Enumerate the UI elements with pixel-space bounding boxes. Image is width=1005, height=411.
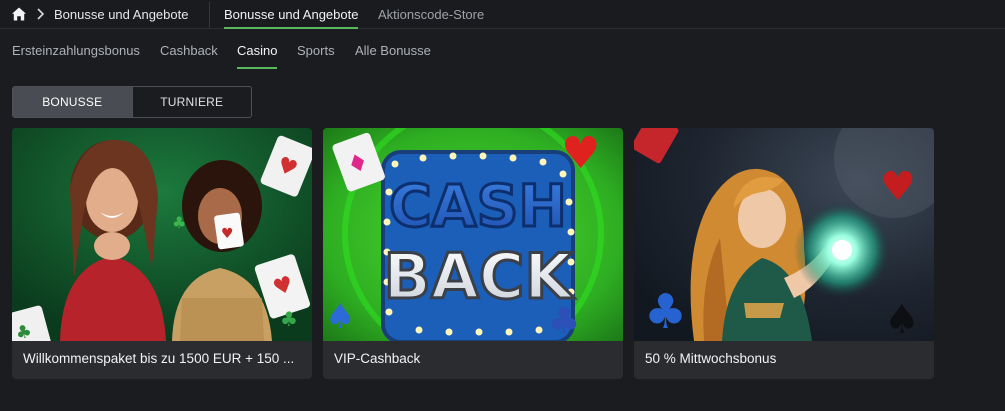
svg-text:♠: ♠ (884, 297, 920, 341)
toggle-bonusse-button[interactable]: BONUSSE (13, 87, 132, 117)
active-subtab-indicator (237, 67, 277, 69)
tab-aktionscode-store[interactable]: Aktionscode-Store (378, 7, 484, 22)
back-text: BACK (384, 240, 575, 313)
toggle-turniere-button[interactable]: TURNIERE (131, 87, 252, 117)
top-bar: Bonusse und Angebote Bonusse und Angebot… (0, 0, 1005, 29)
tab-bonusse-und-angebote[interactable]: Bonusse und Angebote (224, 7, 358, 22)
subtab-casino[interactable]: Casino (237, 43, 277, 58)
chevron-right-icon (37, 8, 44, 20)
subtab-alle-bonusse[interactable]: Alle Bonusse (355, 43, 431, 58)
breadcrumb-label[interactable]: Bonusse und Angebote (54, 7, 188, 22)
casino-dealers-image: ♥ ♥ ♣ ♣ ♣ ♥ (12, 128, 312, 341)
divider (209, 2, 210, 28)
svg-text:♥: ♥ (561, 128, 600, 179)
svg-text:♥: ♥ (221, 226, 234, 242)
home-icon[interactable] (11, 6, 27, 22)
bonus-tournament-toggle: BONUSSE TURNIERE (12, 86, 252, 118)
active-tab-indicator (224, 27, 358, 29)
subtab-cashback[interactable]: Cashback (160, 43, 218, 58)
svg-text:♥: ♥ (880, 164, 916, 210)
cash-back-sign-image: CASH BACK ♦ ♥ ♣ ♠ (323, 128, 623, 341)
svg-text:♠: ♠ (325, 297, 355, 337)
subtab-ersteinzahlungsbonus[interactable]: Ersteinzahlungsbonus (12, 43, 140, 58)
svg-text:♣: ♣ (280, 307, 298, 331)
bonus-card-vip-cashback[interactable]: CASH BACK ♦ ♥ ♣ ♠ VIP-Cashback (323, 128, 623, 379)
sub-nav: Ersteinzahlungsbonus Cashback Casino Spo… (0, 30, 1005, 70)
svg-text:♣: ♣ (644, 284, 687, 340)
svg-text:♣: ♣ (548, 301, 580, 341)
card-title: 50 % Mittwochsbonus (645, 351, 777, 366)
subtab-sports[interactable]: Sports (297, 43, 335, 58)
card-title: VIP-Cashback (334, 351, 421, 366)
card-title: Willkommenspaket bis zu 1500 EUR + 150 .… (23, 351, 295, 366)
bonus-card-welcome[interactable]: ♥ ♥ ♣ ♣ ♣ ♥ Willkommenspaket bis zu 1500… (12, 128, 312, 379)
cash-text: CASH (389, 172, 567, 240)
bonus-card-wednesday[interactable]: ♥ ♣ ♠ 50 % Mittwochsbonus (634, 128, 934, 379)
sorceress-with-orb-image: ♥ ♣ ♠ (634, 128, 934, 341)
